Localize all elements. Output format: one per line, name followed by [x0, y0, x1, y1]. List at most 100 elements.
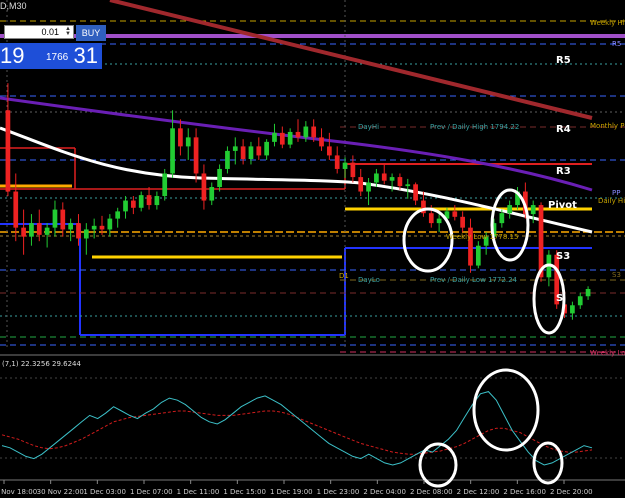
- candle-body: [217, 168, 222, 188]
- candle: [209, 182, 215, 206]
- candle-body: [185, 137, 191, 147]
- time-label: 2 Dec 04:00: [363, 488, 406, 496]
- annotation-circle: [402, 207, 454, 273]
- candle: [272, 123, 277, 147]
- candle: [546, 250, 552, 287]
- candle: [154, 191, 160, 210]
- candle-body: [303, 126, 309, 138]
- candle: [131, 196, 136, 215]
- time-label: 1 Dec 11:00: [177, 488, 220, 496]
- candle: [193, 128, 199, 183]
- candle: [162, 168, 168, 201]
- candle: [68, 218, 73, 242]
- time-label: 30 Nov 18:00: [0, 488, 37, 496]
- candle: [421, 191, 426, 217]
- indicator-fast-line: [1, 391, 593, 466]
- candle-body: [5, 110, 11, 192]
- candle: [585, 286, 591, 300]
- candle: [468, 218, 473, 273]
- buy-button[interactable]: BUY: [76, 25, 106, 41]
- candle-body: [460, 216, 465, 228]
- candle: [240, 139, 246, 165]
- candle-body: [264, 141, 269, 156]
- ask-price-display[interactable]: 19 1766 31: [0, 43, 102, 69]
- candle-body: [585, 289, 591, 297]
- candle-body: [358, 177, 364, 192]
- candle-body: [436, 218, 442, 224]
- candle-body: [36, 223, 42, 235]
- candle-body: [232, 146, 238, 151]
- label-prev-daily-high: Prev / Daily High 1794.22: [430, 123, 519, 131]
- candle-body: [240, 146, 246, 160]
- label-pivot: Pivot: [548, 200, 577, 211]
- candle-body: [334, 155, 340, 169]
- candle-body: [366, 182, 371, 192]
- chart-canvas[interactable]: R5 R4 R3 Pivot S3 S Weekly High Monthly …: [0, 0, 625, 498]
- indicator-panel: [1, 391, 593, 466]
- label-weekly-low: Weekly Low 1778.15: [446, 233, 518, 241]
- candle: [115, 207, 121, 228]
- time-label: 2 Dec 16:00: [503, 488, 546, 496]
- candle-body: [13, 191, 19, 228]
- candle: [201, 164, 207, 210]
- candle: [138, 191, 144, 212]
- label-r4: R4: [556, 124, 571, 135]
- label-r5: R5: [556, 55, 571, 66]
- lot-size-input[interactable]: 0.01 ▲ ▼: [4, 25, 74, 39]
- time-label: 2 Dec 20:00: [550, 488, 593, 496]
- candle: [13, 173, 19, 242]
- candle: [287, 128, 293, 149]
- candle-body: [342, 162, 348, 169]
- candle: [319, 128, 324, 151]
- annotation-circle: [532, 441, 564, 485]
- candle: [577, 292, 583, 309]
- level-lines: [0, 0, 625, 481]
- candle: [146, 187, 152, 210]
- candle-body: [507, 205, 513, 214]
- candle-body: [131, 200, 136, 208]
- candle: [91, 218, 97, 239]
- candle-body: [389, 177, 395, 181]
- label-day-lo: DayLo: [358, 276, 380, 284]
- label-daily-hi: Daily Hi: [598, 197, 625, 205]
- trading-chart-window[interactable]: R5 R4 R3 Pivot S3 S Weekly High Monthly …: [0, 0, 625, 498]
- label-monthly-pivot: Monthly P: [590, 122, 624, 130]
- time-label: 1 Dec 23:00: [317, 488, 360, 496]
- label-s3-right: S3: [612, 271, 621, 279]
- candle-body: [91, 225, 97, 230]
- price-mid: 1766: [46, 52, 69, 63]
- stepper-arrows-icon[interactable]: ▲ ▼: [65, 26, 71, 37]
- candle-body: [154, 196, 160, 206]
- time-label: 1 Dec 15:00: [223, 488, 266, 496]
- candle: [21, 209, 26, 255]
- label-s3: S3: [556, 251, 570, 262]
- candle-body: [44, 227, 50, 235]
- candle-body: [162, 173, 168, 197]
- candle-body: [107, 218, 113, 230]
- candle-body: [311, 126, 317, 138]
- one-click-trading-panel: D,M30 0.01 ▲ ▼ BUY 19 1766 31: [0, 1, 106, 69]
- candle: [217, 164, 222, 192]
- candle: [327, 132, 332, 160]
- candle: [452, 205, 458, 221]
- candle-body: [68, 223, 73, 230]
- candle-body: [256, 146, 262, 156]
- candle-body: [146, 195, 152, 206]
- label-weekly-low-right: Weekly Lo: [590, 349, 625, 357]
- time-label: 1 Dec 07:00: [130, 488, 173, 496]
- candle-body: [21, 227, 26, 237]
- candle: [256, 137, 262, 160]
- candle-body: [193, 137, 199, 174]
- candle-body: [381, 173, 387, 181]
- indicator-caption: (7,1) 22.3256 29.6244: [2, 360, 81, 368]
- trendline[interactable]: [109, 0, 593, 120]
- candle-body: [225, 150, 230, 169]
- candle-body: [405, 184, 411, 187]
- candle-body: [76, 223, 81, 239]
- candle-body: [248, 146, 254, 160]
- candle: [279, 126, 285, 149]
- candle-body: [178, 128, 183, 147]
- candle-body: [413, 184, 418, 201]
- candle-body: [272, 132, 277, 142]
- candle: [570, 301, 575, 320]
